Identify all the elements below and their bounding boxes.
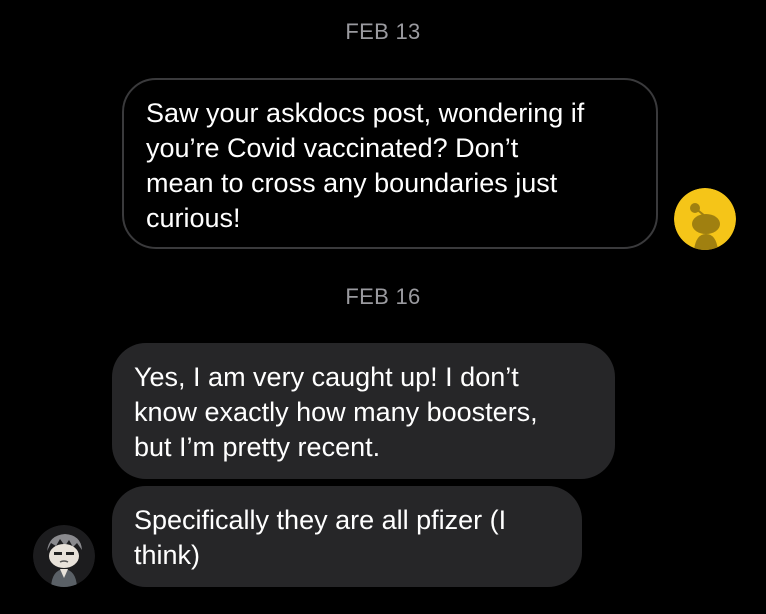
self-avatar[interactable] xyxy=(674,188,736,250)
snoo-character-avatar-icon xyxy=(33,525,95,587)
snoo-avatar-icon xyxy=(674,188,736,250)
date-separator: FEB 13 xyxy=(345,19,421,44)
message-bubble-received[interactable]: Yes, I am very caught up! I don’t know e… xyxy=(112,343,615,479)
date-separator: FEB 16 xyxy=(345,284,421,309)
message-bubble-sent[interactable]: Saw your askdocs post, wondering if you’… xyxy=(122,78,658,249)
other-avatar[interactable] xyxy=(33,525,95,587)
message-bubble-received[interactable]: Specifically they are all pfizer (I thin… xyxy=(112,486,582,587)
